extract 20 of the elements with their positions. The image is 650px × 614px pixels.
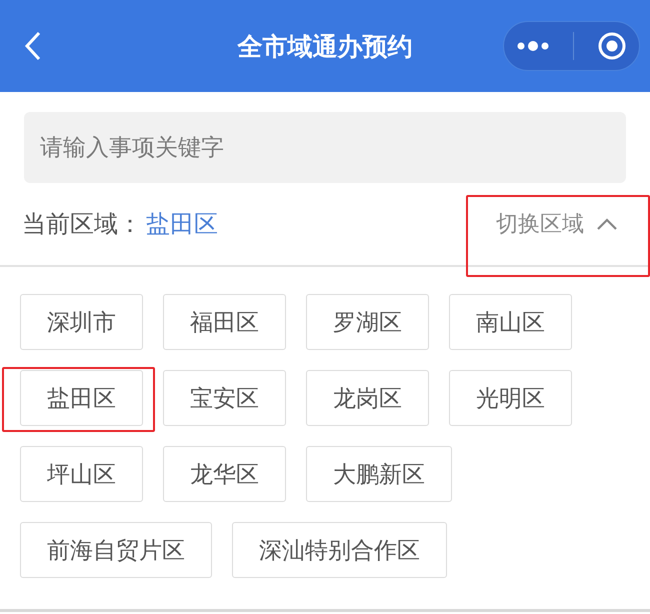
district-chip[interactable]: 深汕特别合作区 [232,522,447,578]
district-chip[interactable]: 盐田区 [20,370,143,426]
district-chip[interactable]: 宝安区 [163,370,286,426]
district-chip[interactable]: 福田区 [163,294,286,350]
district-chip[interactable]: 坪山区 [20,446,143,502]
close-icon[interactable] [597,31,628,61]
page-title: 全市域通办预约 [236,30,414,62]
district-chip[interactable]: 龙岗区 [306,370,429,426]
district-chip[interactable]: 深圳市 [20,294,143,350]
region-label: 当前区域： [22,209,142,240]
more-icon[interactable] [516,40,550,52]
search-field[interactable]: 请输入事项关键字 [24,112,626,183]
district-chip[interactable]: 前海自贸片区 [20,522,212,578]
current-region: 盐田区 [146,209,218,240]
back-icon[interactable] [24,31,42,61]
district-chip[interactable]: 大鹏新区 [306,446,452,502]
district-chip[interactable]: 龙华区 [163,446,286,502]
district-chip[interactable]: 光明区 [449,370,572,426]
district-chip[interactable]: 南山区 [449,294,572,350]
district-chip[interactable]: 罗湖区 [306,294,429,350]
